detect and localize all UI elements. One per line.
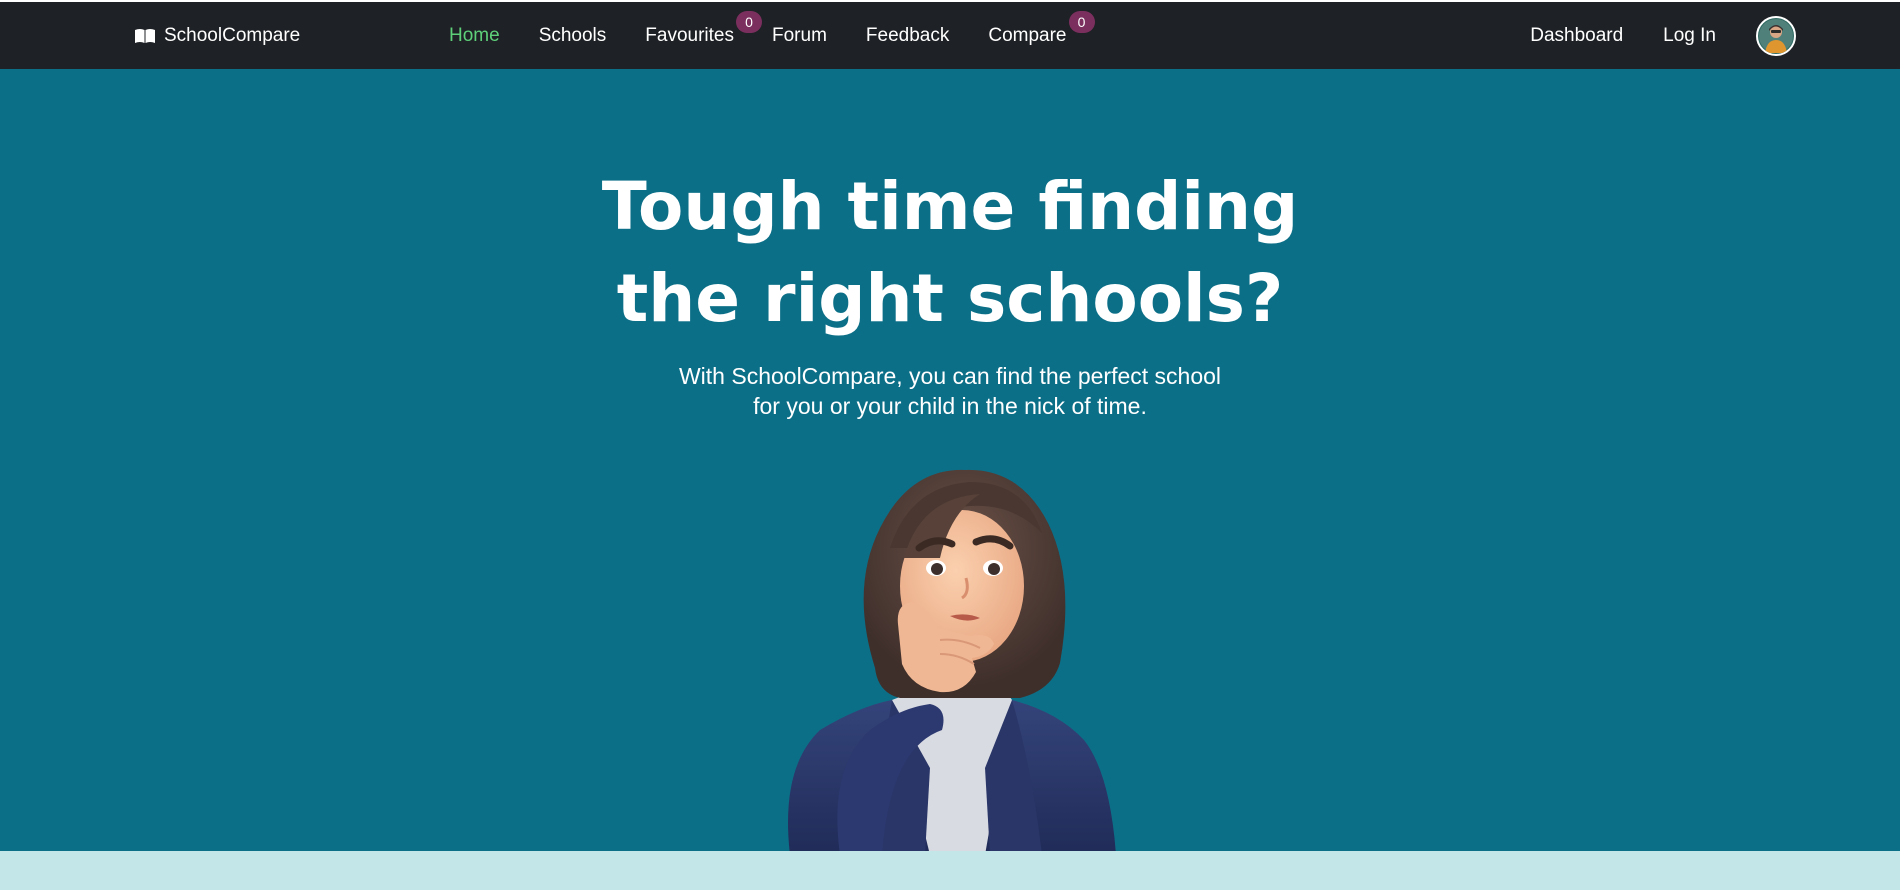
user-avatar-icon: [1759, 18, 1793, 53]
nav-item-dashboard[interactable]: Dashboard: [1530, 25, 1623, 47]
nav-item-forum[interactable]: Forum: [772, 25, 827, 47]
main-nav: Home Schools Favourites 0 Forum Feedback …: [449, 2, 1105, 69]
nav-item-compare-label: Compare: [988, 24, 1067, 46]
hero-title: Tough time finding the right schools?: [0, 161, 1900, 345]
nav-item-login[interactable]: Log In: [1663, 25, 1716, 47]
navbar: SchoolCompare Home Schools Favourites 0 F…: [0, 2, 1900, 69]
hero-subtitle-line-2: for you or your child in the nick of tim…: [753, 393, 1147, 419]
book-open-icon: [135, 28, 155, 43]
hero-subtitle-line-1: With SchoolCompare, you can find the per…: [678, 363, 1222, 389]
nav-item-compare[interactable]: Compare 0: [988, 10, 1095, 47]
hero-section: Tough time finding the right schools? Wi…: [0, 69, 1900, 851]
nav-item-home[interactable]: Home: [449, 25, 500, 47]
brand-link[interactable]: SchoolCompare: [134, 2, 300, 69]
hero-title-line-1: Tough time finding: [601, 168, 1299, 245]
page: SchoolCompare Home Schools Favourites 0 F…: [0, 0, 1900, 890]
compare-count-badge: 0: [1068, 10, 1095, 33]
user-avatar-button[interactable]: [1756, 15, 1796, 56]
nav-item-favourites-label: Favourites: [645, 24, 734, 46]
hero-title-line-2: the right schools?: [616, 260, 1284, 337]
nav-item-favourites[interactable]: Favourites 0: [645, 10, 762, 47]
favourites-count-badge: 0: [736, 10, 762, 33]
account-nav: Dashboard Log In: [1530, 2, 1796, 69]
thinking-woman-illustration: [788, 469, 1116, 851]
nav-item-schools[interactable]: Schools: [539, 25, 607, 47]
next-section-band: [0, 851, 1900, 890]
brand-name: SchoolCompare: [164, 24, 301, 46]
hero-subtitle: With SchoolCompare, you can find the per…: [0, 361, 1900, 421]
nav-item-feedback[interactable]: Feedback: [866, 25, 949, 47]
